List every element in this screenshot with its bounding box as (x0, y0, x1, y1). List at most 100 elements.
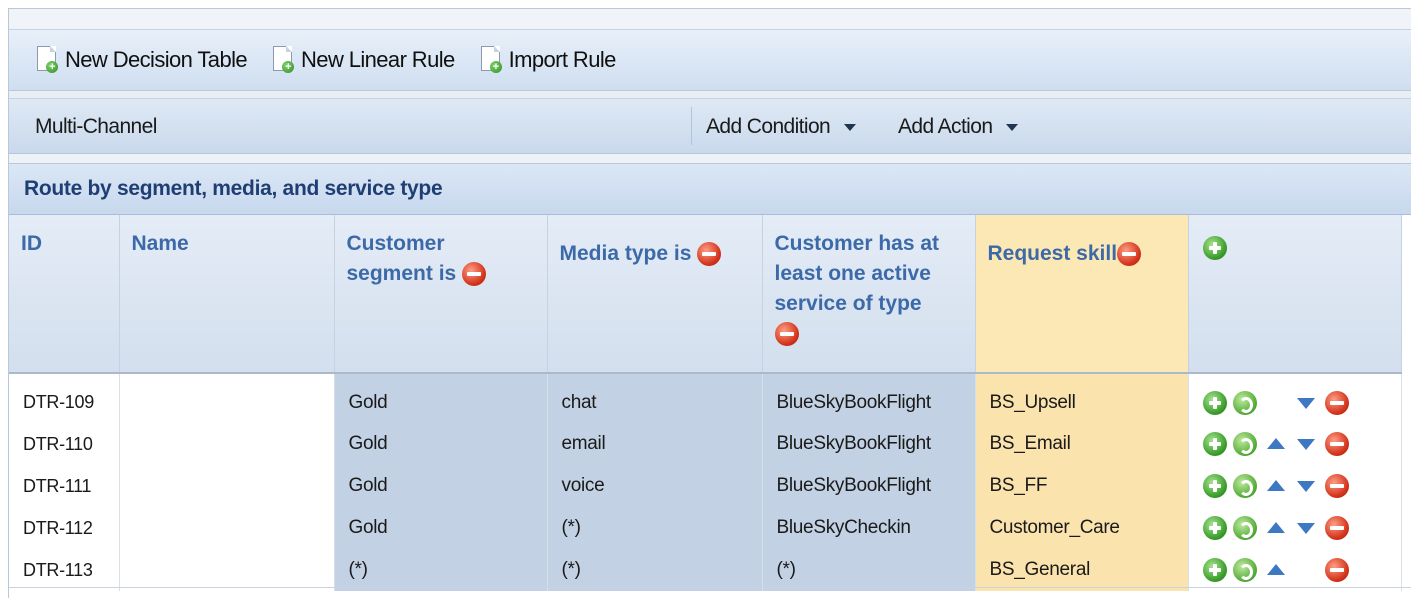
import-document-icon: + (480, 46, 503, 74)
move-up-icon[interactable] (1265, 437, 1287, 451)
import-rule-label: Import Rule (508, 47, 617, 72)
rule-bar: Multi-Channel Add Condition Add Action (9, 98, 1411, 154)
row-segment[interactable]: Gold (334, 423, 548, 465)
copy-row-icon[interactable] (1232, 390, 1257, 415)
column-header-actions (1188, 215, 1402, 374)
add-row-icon[interactable] (1202, 474, 1227, 498)
row-skill[interactable]: BS_FF (975, 465, 1189, 507)
add-condition-menu[interactable]: Add Condition (706, 115, 857, 139)
new-decision-table-button[interactable]: + New Decision Table (37, 40, 248, 80)
table-row[interactable]: DTR-112 Gold (*) BlueSkyCheckin Customer… (9, 507, 1402, 549)
remove-column-icon[interactable] (462, 262, 487, 287)
remove-row-icon[interactable] (1324, 516, 1349, 540)
move-down-icon[interactable] (1295, 479, 1317, 493)
row-id: DTR-112 (9, 507, 120, 549)
row-skill[interactable]: BS_Email (975, 423, 1189, 465)
row-actions (1188, 507, 1402, 549)
row-media[interactable]: voice (547, 465, 763, 507)
column-header-id: ID (9, 215, 120, 374)
add-row-icon[interactable] (1202, 390, 1227, 415)
row-media[interactable]: (*) (547, 549, 763, 591)
new-document-icon: + (37, 46, 59, 74)
move-up-icon[interactable] (1265, 521, 1287, 535)
row-id: DTR-110 (9, 423, 120, 465)
remove-column-icon[interactable] (697, 242, 722, 267)
add-condition-label: Add Condition (706, 115, 831, 138)
row-segment[interactable]: Gold (334, 507, 548, 549)
move-down-icon[interactable] (1295, 437, 1317, 451)
row-segment[interactable]: (*) (334, 549, 548, 591)
chevron-down-icon (844, 123, 857, 131)
row-name[interactable] (119, 549, 335, 591)
remove-row-icon[interactable] (1324, 558, 1349, 582)
table-row[interactable]: DTR-113 (*) (*) (*) BS_General (9, 549, 1402, 591)
row-skill[interactable]: BS_General (975, 549, 1189, 591)
table-row[interactable]: DTR-110 Gold email BlueSkyBookFlight BS_… (9, 423, 1402, 465)
add-row-icon[interactable] (1202, 432, 1227, 456)
row-id: DTR-111 (9, 465, 120, 507)
add-row-icon[interactable] (1202, 558, 1227, 582)
row-segment[interactable]: Gold (334, 373, 548, 423)
column-header-skill: Request skill (975, 215, 1189, 374)
divider (691, 107, 692, 145)
row-actions (1188, 549, 1402, 591)
row-media[interactable]: (*) (547, 507, 763, 549)
row-name[interactable] (119, 423, 335, 465)
decision-table: ID Name Customer segment is Media type i… (9, 215, 1402, 591)
move-up-icon[interactable] (1265, 479, 1287, 493)
table-header-row: ID Name Customer segment is Media type i… (9, 215, 1402, 374)
row-actions (1188, 373, 1402, 423)
remove-column-icon[interactable] (774, 322, 799, 347)
add-row-icon[interactable] (1202, 516, 1227, 540)
table-row[interactable]: DTR-111 Gold voice BlueSkyBookFlight BS_… (9, 465, 1402, 507)
remove-row-icon[interactable] (1324, 432, 1349, 456)
column-header-service: Customer has at least one active service… (762, 215, 976, 374)
top-strip (9, 9, 1411, 29)
import-rule-button[interactable]: + Import Rule (480, 40, 617, 80)
row-name[interactable] (119, 507, 335, 549)
empty-slot (1265, 396, 1287, 410)
add-action-menu[interactable]: Add Action (898, 115, 1019, 139)
separator (9, 154, 1411, 163)
separator (9, 91, 1411, 98)
row-actions (1188, 423, 1402, 465)
row-name[interactable] (119, 465, 335, 507)
row-segment[interactable]: Gold (334, 465, 548, 507)
toolbar: + New Decision Table + New Linear Rule +… (9, 29, 1411, 91)
row-skill[interactable]: BS_Upsell (975, 373, 1189, 423)
row-media[interactable]: chat (547, 373, 763, 423)
remove-row-icon[interactable] (1324, 390, 1349, 415)
copy-row-icon[interactable] (1232, 432, 1257, 456)
table-row[interactable]: DTR-109 Gold chat BlueSkyBookFlight BS_U… (9, 373, 1402, 423)
row-skill[interactable]: Customer_Care (975, 507, 1189, 549)
rule-editor: + New Decision Table + New Linear Rule +… (8, 8, 1411, 598)
row-service[interactable]: BlueSkyBookFlight (762, 423, 976, 465)
remove-row-icon[interactable] (1324, 474, 1349, 498)
row-name[interactable] (119, 373, 335, 423)
row-service[interactable]: BlueSkyBookFlight (762, 373, 976, 423)
add-row-icon[interactable] (1202, 236, 1227, 261)
copy-row-icon[interactable] (1232, 558, 1257, 582)
row-service[interactable]: BlueSkyBookFlight (762, 465, 976, 507)
new-linear-rule-label: New Linear Rule (301, 47, 455, 72)
channel-label: Multi-Channel (35, 115, 157, 138)
new-linear-rule-button[interactable]: + New Linear Rule (273, 40, 455, 80)
add-action-label: Add Action (898, 115, 993, 138)
move-down-icon[interactable] (1295, 396, 1317, 410)
row-id: DTR-109 (9, 373, 120, 423)
row-media[interactable]: email (547, 423, 763, 465)
bottom-border (9, 587, 1411, 588)
row-service[interactable]: (*) (762, 549, 976, 591)
column-header-name: Name (119, 215, 335, 374)
row-service[interactable]: BlueSkyCheckin (762, 507, 976, 549)
move-down-icon[interactable] (1295, 521, 1317, 535)
table-title: Route by segment, media, and service typ… (9, 163, 1411, 215)
copy-row-icon[interactable] (1232, 474, 1257, 498)
remove-column-icon[interactable] (1117, 242, 1142, 267)
move-up-icon[interactable] (1265, 563, 1287, 577)
row-id: DTR-113 (9, 549, 120, 591)
new-document-icon: + (273, 46, 295, 74)
row-actions (1188, 465, 1402, 507)
copy-row-icon[interactable] (1232, 516, 1257, 540)
empty-slot (1295, 563, 1317, 577)
